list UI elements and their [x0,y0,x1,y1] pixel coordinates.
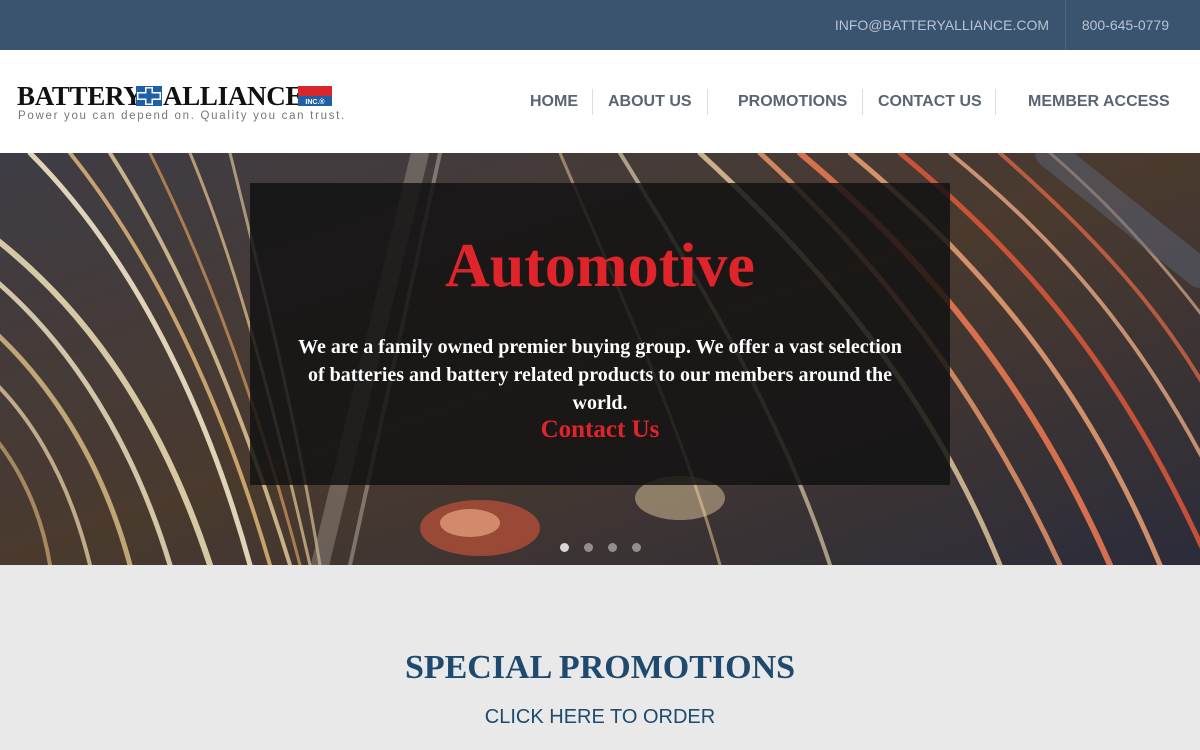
nav-home[interactable]: HOME [530,50,578,153]
click-here-to-order-link[interactable]: CLICK HERE TO ORDER [0,705,1200,729]
topbar-divider [1065,0,1066,50]
phone-link[interactable]: 800-645-0779 [1082,0,1169,50]
nav-contact-us[interactable]: CONTACT US [878,50,982,153]
nav-about-us[interactable]: ABOUT US [608,50,692,153]
nav-divider [862,89,863,115]
slider-dot[interactable] [608,543,617,552]
nav-promotions[interactable]: PROMOTIONS [738,50,847,153]
hero-contact-us-link[interactable]: Contact Us [250,415,950,445]
top-contact-bar: INFO@BATTERYALLIANCE.COM 800-645-0779 [0,0,1200,50]
nav-divider [592,89,593,115]
slider-dot[interactable] [632,543,641,552]
nav-divider [995,89,996,115]
slider-dot[interactable] [560,543,569,552]
promotions-section: SPECIAL PROMOTIONS CLICK HERE TO ORDER [0,565,1200,750]
hero-title: Automotive [445,232,755,300]
nav-member-access[interactable]: MEMBER ACCESS [1028,50,1170,153]
hero-caption-box: Automotive We are a family owned premier… [250,183,950,485]
hero-description: We are a family owned premier buying gro… [298,336,902,414]
site-header: BATTERY ALLIANCE INC.® Power you can dep… [0,50,1200,153]
email-link[interactable]: INFO@BATTERYALLIANCE.COM [835,0,1049,50]
main-navigation: HOME ABOUT US PROMOTIONS CONTACT US MEMB… [0,50,1200,153]
slider-dot[interactable] [584,543,593,552]
nav-divider [707,89,708,115]
promotions-heading: SPECIAL PROMOTIONS [404,649,796,686]
hero-slider: Automotive We are a family owned premier… [0,153,1200,565]
